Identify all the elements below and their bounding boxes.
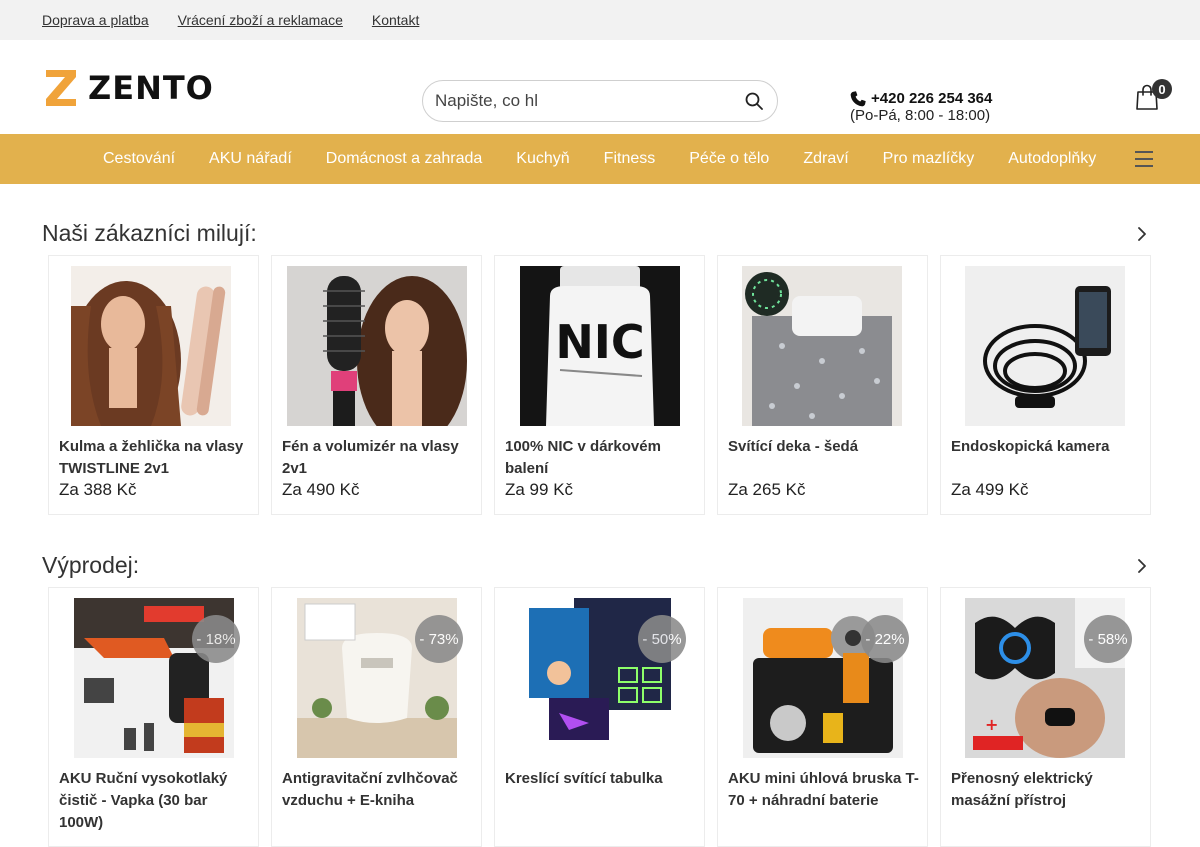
product-name: Fén a volumizér na vlasy 2v1 [282, 438, 459, 477]
contact-link[interactable]: Kontakt [372, 12, 419, 28]
top-bar: Doprava a platba Vrácení zboží a reklama… [0, 0, 1200, 40]
chevron-right-icon[interactable] [1134, 558, 1150, 574]
nav-item-pece-o-telo[interactable]: Péče o tělo [672, 150, 786, 168]
nav-item-pro-mazlicky[interactable]: Pro mazlíčky [866, 150, 992, 168]
nav-item-fitness[interactable]: Fitness [587, 150, 673, 168]
nav-item-aku-naradi[interactable]: AKU nářadí [192, 150, 309, 168]
product-card[interactable]: Kulma a žehlička na vlasy TWISTLINE 2v1 … [48, 255, 259, 515]
discount-badge: - 73% [415, 615, 463, 663]
product-name: AKU mini úhlová bruska T-70 + náhradní b… [728, 770, 919, 809]
logo-text: ZENTO [88, 69, 214, 107]
sale-section: Výprodej: - 18% AKU Ruční vysokotlaký či… [0, 516, 1200, 847]
shipping-payment-link[interactable]: Doprava a platba [42, 12, 149, 28]
product-image-glowing-blanket [742, 266, 902, 426]
search-box [422, 80, 778, 122]
search-input[interactable] [435, 91, 743, 111]
discount-badge: - 58% [1084, 615, 1132, 663]
header: ZENTO +420 226 254 364 (Po-Pá, 8:00 - 18… [0, 40, 1200, 134]
discount-badge: - 50% [638, 615, 686, 663]
contact-info: +420 226 254 364 (Po-Pá, 8:00 - 18:00) [850, 90, 992, 124]
product-name: AKU Ruční vysokotlaký čistič - Vapka (30… [59, 770, 228, 831]
phone-row[interactable]: +420 226 254 364 [850, 90, 992, 107]
product-card[interactable]: Svítící deka - šedá Za 265 Kč [717, 255, 928, 515]
product-price: Za 265 Kč [728, 480, 806, 499]
product-card[interactable]: - 18% AKU Ruční vysokotlaký čistič - Vap… [48, 587, 259, 847]
product-price: Za 499 Kč [951, 480, 1029, 499]
product-card[interactable]: - 73% Antigravitační zvlhčovač vzduchu +… [271, 587, 482, 847]
search-button[interactable] [743, 90, 765, 112]
product-price: Za 490 Kč [282, 480, 360, 499]
returns-link[interactable]: Vrácení zboží a reklamace [178, 12, 343, 28]
product-name: Přenosný elektrický masážní přístroj [951, 770, 1093, 809]
product-name: Kulma a žehlička na vlasy TWISTLINE 2v1 [59, 438, 244, 477]
favorites-carousel: Kulma a žehlička na vlasy TWISTLINE 2v1 … [48, 255, 1163, 515]
product-card[interactable]: - 22% AKU mini úhlová bruska T-70 + náhr… [717, 587, 928, 847]
chevron-right-icon[interactable] [1134, 226, 1150, 242]
product-price: Za 388 Kč [59, 480, 137, 499]
product-name: Antigravitační zvlhčovač vzduchu + E-kni… [282, 770, 458, 809]
product-card[interactable]: Endoskopická kamera Za 499 Kč [940, 255, 1151, 515]
phone-number: +420 226 254 364 [871, 90, 993, 107]
section-title-sale: Výprodej: [42, 552, 140, 578]
product-image-hair-dryer-brush [287, 266, 467, 426]
category-nav: Cestování AKU nářadí Domácnost a zahrada… [0, 134, 1200, 184]
discount-badge: - 18% [192, 615, 240, 663]
product-price: Za 99 Kč [505, 480, 574, 499]
product-card[interactable]: + - 58% Přenosný elektrický masážní přís… [940, 587, 1151, 847]
discount-badge: - 22% [861, 615, 909, 663]
sale-carousel: - 18% AKU Ruční vysokotlaký čistič - Vap… [48, 587, 1163, 847]
product-name: Kreslící svítící tabulka [505, 770, 663, 787]
cart-count-badge: 0 [1152, 79, 1172, 99]
product-image-hair-straightener [71, 266, 231, 426]
nav-item-domacnost[interactable]: Domácnost a zahrada [309, 150, 500, 168]
phone-icon [850, 90, 866, 106]
hamburger-icon[interactable] [1135, 151, 1154, 167]
nav-item-cestovani[interactable]: Cestování [86, 150, 192, 168]
nav-item-kuchyn[interactable]: Kuchyň [499, 150, 586, 168]
product-card[interactable]: - 50% Kreslící svítící tabulka [494, 587, 705, 847]
product-image-nic-jar: NIC [520, 266, 680, 426]
product-image-endoscope-camera [965, 266, 1125, 426]
section-title-favorites: Naši zákazníci milují: [42, 220, 257, 246]
product-name: Svítící deka - šedá [728, 438, 859, 455]
nav-item-autodoplnky[interactable]: Autodoplňky [991, 150, 1113, 168]
product-name: Endoskopická kamera [951, 438, 1110, 455]
product-card[interactable]: NIC 100% NIC v dárkovém balení Za 99 Kč [494, 255, 705, 515]
svg-text:+: + [985, 715, 998, 734]
opening-hours: (Po-Pá, 8:00 - 18:00) [850, 107, 991, 124]
nav-item-zdravi[interactable]: Zdraví [786, 150, 865, 168]
logo[interactable]: ZENTO [46, 70, 214, 106]
logo-mark-icon [46, 70, 76, 106]
shopping-bag-icon[interactable] [1134, 0, 1160, 18]
product-name: 100% NIC v dárkovém balení [505, 438, 661, 477]
favorites-section: Naši zákazníci milují: Kulma a žehlička … [0, 184, 1200, 524]
nic-label-text: NIC [555, 315, 644, 369]
search-icon [745, 92, 763, 110]
product-card[interactable]: Fén a volumizér na vlasy 2v1 Za 490 Kč [271, 255, 482, 515]
